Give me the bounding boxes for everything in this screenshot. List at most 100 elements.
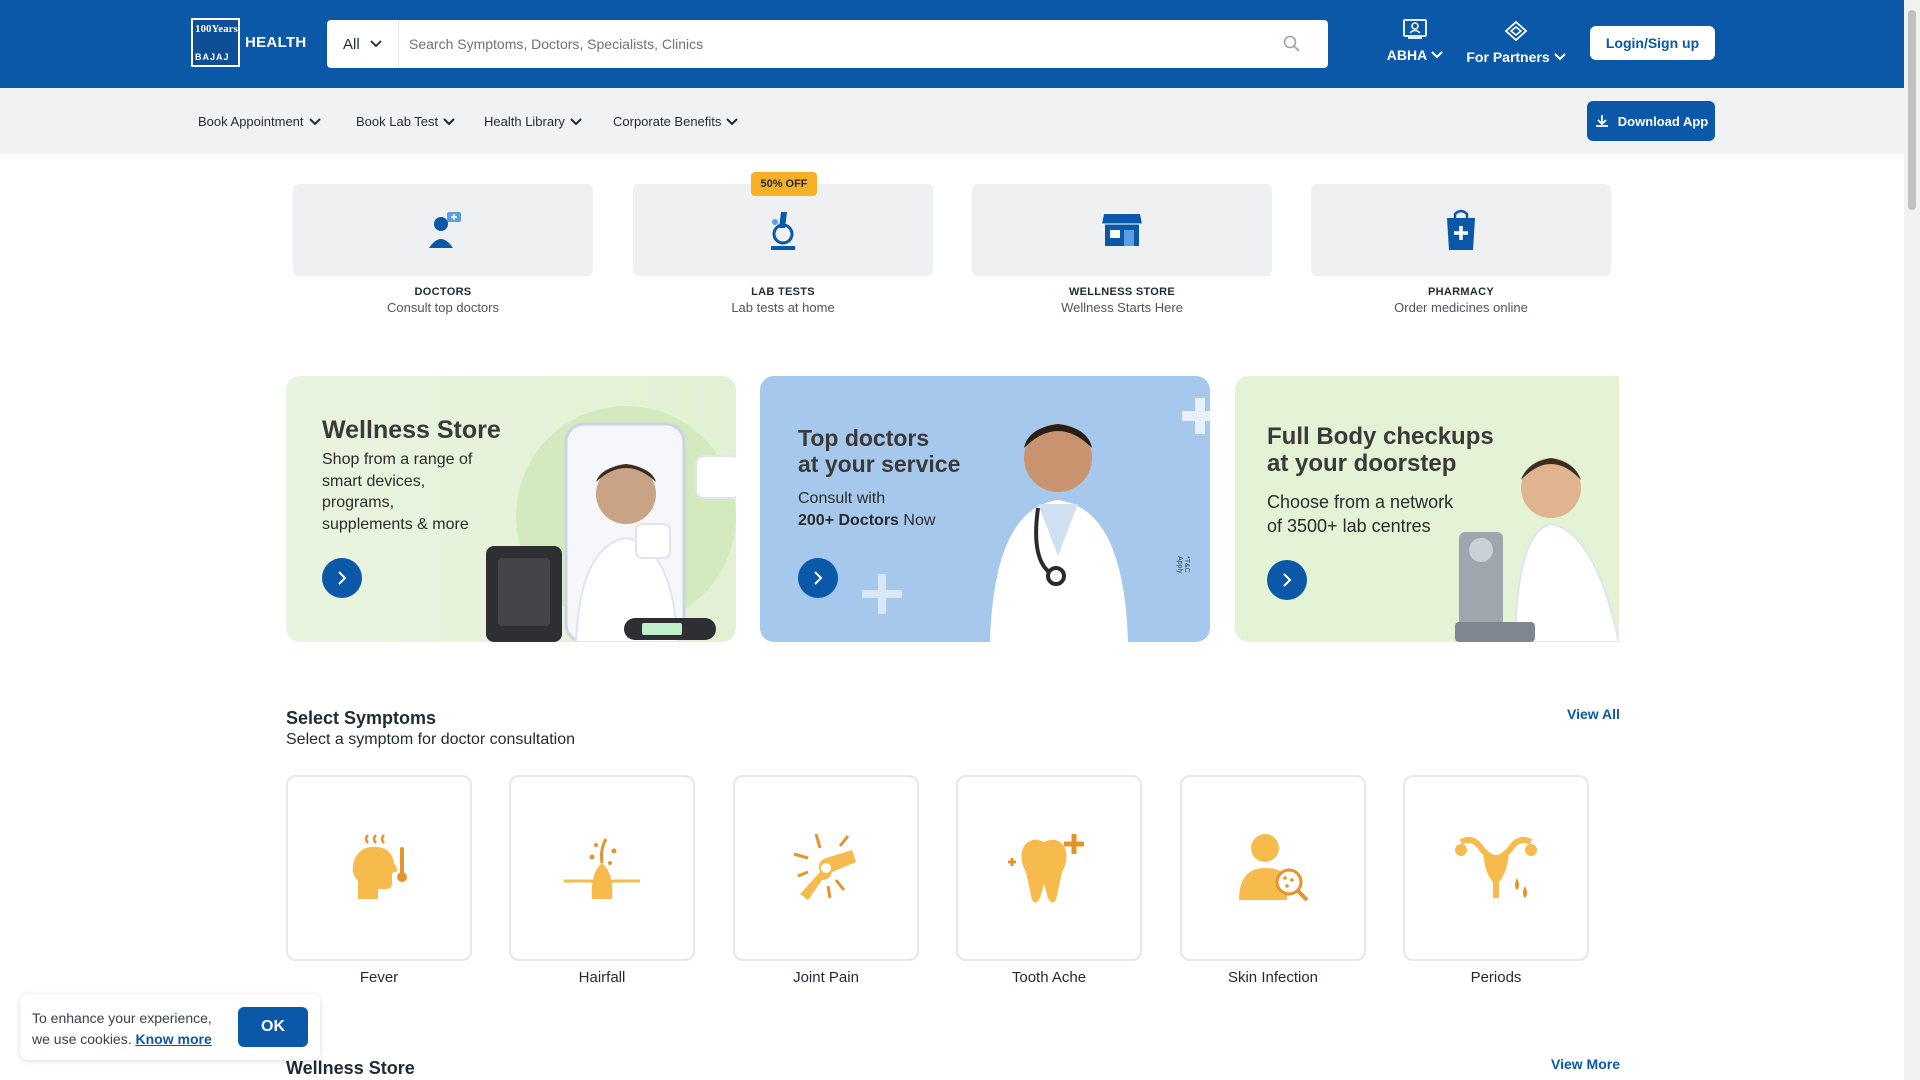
wellness-section-title: Wellness Store (286, 1058, 415, 1078)
category-pharmacy-subtitle: Order medicines online (1394, 300, 1528, 315)
nav-label: Book Appointment (198, 114, 304, 129)
cookie-banner: To enhance your experience, we use cooki… (20, 994, 320, 1060)
category-wellness-store-tile[interactable] (972, 184, 1272, 276)
top-header: 100Years BAJAJ HEALTH All ABHA For Partn… (0, 0, 1904, 88)
hairfall-icon (564, 838, 640, 900)
logo-emblem: 100Years BAJAJ (191, 18, 240, 67)
category-doctors-tile[interactable] (293, 184, 593, 276)
nav-label: Health Library (484, 114, 565, 129)
doctors-banner-arrow-button[interactable] (798, 558, 838, 598)
bajaj-health-logo[interactable]: 100Years BAJAJ HEALTH (191, 18, 307, 67)
symptom-joint-pain-card[interactable] (733, 775, 919, 961)
logo-bottom-text: BAJAJ (195, 52, 230, 62)
symptoms-section-title: Select Symptoms (286, 708, 437, 728)
doctors-banner-title-line1: Top doctors (798, 425, 930, 451)
symptom-hairfall-label: Hairfall (578, 969, 626, 986)
category-lab-tests-tile[interactable] (633, 184, 933, 276)
wellness-store-banner[interactable]: Wellness Store Shop from a range of smar… (286, 376, 736, 642)
symptoms-view-all-link[interactable]: View All (1567, 706, 1620, 722)
checkup-banner-title-line2: at your doorstep (1267, 449, 1457, 477)
category-doctors-subtitle: Consult top doctors (386, 300, 499, 315)
plus-decoration (862, 574, 902, 614)
symptom-fever-card[interactable] (286, 775, 472, 961)
login-signup-button[interactable]: Login/Sign up (1590, 26, 1715, 60)
chevron-down-icon (1553, 53, 1566, 61)
symptom-tooth-ache-label: Tooth Ache (1011, 969, 1087, 986)
category-wellness-store-subtitle: Wellness Starts Here (1061, 300, 1183, 315)
scrollbar-thumb[interactable] (1908, 10, 1916, 210)
top-doctors-banner[interactable]: Top doctors at your service Consult with… (760, 376, 1210, 642)
logo-text: HEALTH (245, 34, 307, 51)
wellness-view-more-link[interactable]: View More (1551, 1056, 1620, 1072)
search-bar: All (327, 20, 1328, 68)
chevron-down-icon (308, 117, 321, 125)
nav-corporate-benefits[interactable]: Corporate Benefits (613, 114, 739, 129)
category-lab-tests-subtitle: Lab tests at home (731, 300, 835, 315)
symptoms-section-subtitle: Select a symptom for doctor consultation (286, 731, 576, 748)
checkup-banner-title-line1: Full Body checkups (1267, 423, 1494, 450)
nav-label: Corporate Benefits (613, 114, 722, 129)
checkup-banner-text-line2: of 3500+ lab centres (1267, 516, 1431, 537)
search-input[interactable] (409, 36, 1282, 52)
symptom-tooth-ache-card[interactable] (956, 775, 1142, 961)
cookie-text: To enhance your experience, we use cooki… (32, 1008, 232, 1050)
wellness-banner-text: Shop from a range of smart devices, prog… (322, 451, 473, 533)
download-app-label: Download App (1617, 113, 1709, 129)
nav-book-appointment[interactable]: Book Appointment (198, 114, 321, 129)
full-body-checkup-banner[interactable]: Full Body checkups at your doorstep Choo… (1235, 376, 1619, 642)
doctors-banner-tc-note: *T&C Apply (1176, 556, 1190, 574)
chevron-down-icon (1431, 51, 1443, 59)
doctor-illustration (990, 398, 1210, 642)
search-category-label: All (343, 35, 360, 53)
doctor-icon (429, 212, 461, 248)
abha-menu[interactable]: ABHA (1383, 18, 1447, 63)
category-pharmacy-tile[interactable] (1311, 184, 1611, 276)
doctors-banner-text-after: Now (898, 511, 936, 529)
chevron-right-icon (338, 571, 347, 585)
cookie-know-more-link[interactable]: Know more (136, 1031, 212, 1047)
search-category-select[interactable]: All (327, 20, 399, 68)
nav-health-library[interactable]: Health Library (484, 114, 582, 129)
periods-icon (1455, 837, 1537, 898)
symptom-periods-card[interactable] (1403, 775, 1589, 961)
chevron-down-icon (726, 117, 739, 125)
checkup-banner-text: Choose from a network of 3500+ lab centr… (1267, 490, 1453, 539)
wellness-banner-title: Wellness Store (322, 416, 501, 444)
medicine-bag-icon (1447, 209, 1475, 250)
abha-label: ABHA (1386, 47, 1428, 63)
download-icon (1595, 115, 1608, 127)
category-wellness-store-title: WELLNESS STORE (1068, 286, 1176, 298)
checkup-banner-title: Full Body checkups at your doorstep (1267, 423, 1494, 478)
nav-label: Book Lab Test (356, 114, 439, 129)
abha-card-icon (1403, 19, 1427, 39)
chevron-down-icon (570, 117, 582, 125)
microscope-icon (771, 212, 795, 250)
checkup-banner-text-line1: Choose from a network (1267, 492, 1454, 512)
search-icon[interactable] (1282, 34, 1302, 54)
doctors-banner-bold-text: 200+ Doctors (798, 511, 899, 529)
doctors-banner-title-line2: at your service (798, 450, 961, 477)
category-lab-tests-title: LAB TESTS (751, 286, 815, 298)
lab-tests-offer-badge: 50% OFF (751, 172, 817, 196)
chevron-down-icon (370, 40, 382, 48)
cookie-ok-button[interactable]: OK (238, 1007, 308, 1047)
logo-top-text: 100Years (195, 23, 238, 35)
for-partners-menu[interactable]: For Partners (1463, 20, 1569, 65)
download-app-button[interactable]: Download App (1587, 101, 1715, 141)
chevron-right-icon (1283, 573, 1292, 587)
handshake-icon (1504, 20, 1528, 42)
tooth-icon (1008, 834, 1084, 903)
nav-book-lab-test[interactable]: Book Lab Test (356, 114, 455, 129)
category-pharmacy-title: PHARMACY (1428, 286, 1494, 298)
symptom-hairfall-card[interactable] (509, 775, 695, 961)
category-doctors-title: DOCTORS (414, 286, 472, 298)
wellness-banner-arrow-button[interactable] (322, 558, 362, 598)
symptom-skin-infection-label: Skin Infection (1227, 969, 1319, 986)
store-icon (1102, 214, 1142, 246)
checkup-banner-arrow-button[interactable] (1267, 560, 1307, 600)
page-scrollbar[interactable] (1904, 0, 1920, 1080)
skin-infection-icon (1239, 834, 1309, 902)
symptom-skin-infection-card[interactable] (1180, 775, 1366, 961)
joint-pain-icon (793, 833, 856, 900)
for-partners-label: For Partners (1466, 49, 1550, 65)
